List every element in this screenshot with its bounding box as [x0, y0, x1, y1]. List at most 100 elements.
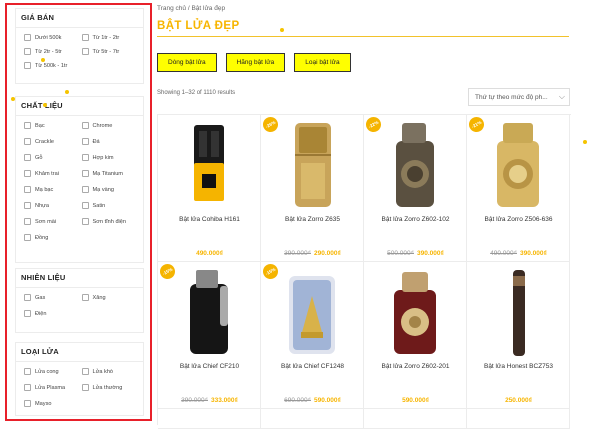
product-name[interactable]: Bật lửa Zorro Z635 [261, 216, 364, 223]
filter-option[interactable]: Đồng [24, 234, 82, 241]
tab-lighter-lines[interactable]: Dòng bật lửa [157, 53, 217, 72]
filter-option[interactable]: Từ 5tr - 7tr [81, 48, 140, 55]
product-price: 690.000₫ 590.000₫ [284, 397, 341, 404]
product-card[interactable]: -22% Bật lửa Zorro Z602-102 500.000₫ 390.… [363, 114, 467, 262]
filter-option[interactable]: Từ 2tr - 5tr [24, 48, 82, 55]
checkbox[interactable] [24, 122, 31, 129]
checkbox[interactable] [81, 384, 89, 391]
product-image[interactable] [261, 119, 364, 211]
filter-option[interactable]: Chrome [81, 122, 140, 129]
checkbox[interactable] [81, 170, 89, 177]
checkbox[interactable] [81, 368, 89, 375]
checkbox[interactable] [81, 138, 89, 145]
checkbox[interactable] [24, 48, 31, 55]
filter-option[interactable]: Sơn tĩnh điện [81, 218, 140, 225]
product-image[interactable] [364, 266, 467, 358]
filter-option[interactable]: Từ 1tr - 2tr [81, 34, 140, 41]
checkbox[interactable] [81, 294, 89, 301]
checkbox[interactable] [24, 154, 31, 161]
checkbox[interactable] [81, 34, 89, 41]
category-tabs: Dòng bật lửa Hãng bật lửa Loại bật lửa [157, 53, 351, 72]
checkbox[interactable] [81, 186, 89, 193]
checkbox[interactable] [24, 400, 31, 407]
checkbox[interactable] [24, 218, 31, 225]
product-card[interactable] [158, 409, 261, 429]
filter-option[interactable]: Điện [24, 310, 82, 317]
product-image[interactable] [158, 266, 261, 358]
product-price: 390.000₫ 290.000₫ [284, 250, 341, 257]
checkbox[interactable] [24, 186, 31, 193]
filter-option[interactable]: Lửa khò [81, 368, 140, 375]
filter-option[interactable]: Dưới 500k [24, 34, 82, 41]
filter-option[interactable]: Từ 500k - 1tr [24, 62, 82, 69]
decor-dot [41, 58, 45, 62]
filter-option[interactable]: Đá [81, 138, 140, 145]
product-price: 500.000₫ 390.000₫ [387, 250, 444, 257]
product-card[interactable] [364, 409, 467, 429]
product-name[interactable]: Bật lửa Zorro Z506-636 [467, 216, 570, 223]
checkbox[interactable] [24, 138, 31, 145]
filter-option[interactable]: Gỗ [24, 154, 82, 161]
checkbox[interactable] [24, 368, 31, 375]
product-name[interactable]: Bật lửa Chief CF210 [158, 363, 261, 370]
checkbox[interactable] [24, 34, 31, 41]
sort-selected-label: Thứ tự theo mức độ ph... [475, 93, 548, 101]
product-name[interactable]: Bật lửa Honest BCZ753 [467, 363, 570, 370]
filter-option[interactable]: Mayso [24, 400, 82, 407]
checkbox[interactable] [24, 294, 31, 301]
filter-option[interactable]: Mạ vàng [81, 186, 140, 193]
product-image[interactable] [467, 266, 570, 358]
product-image[interactable] [261, 266, 364, 358]
filter-option[interactable]: Xăng [81, 294, 140, 301]
decor-dot [583, 140, 587, 144]
checkbox[interactable] [81, 218, 89, 225]
product-card[interactable]: -21% Bật lửa Zorro Z506-636 490.000₫ 390.… [466, 114, 570, 262]
checkbox[interactable] [81, 122, 89, 129]
checkbox[interactable] [81, 48, 89, 55]
product-name[interactable]: Bật lửa Zorro Z602-201 [364, 363, 467, 370]
filter-option[interactable]: Crackle [24, 138, 82, 145]
title-divider [157, 36, 569, 37]
product-card[interactable]: Bật lửa Zorro Z602-201 590.000₫ [364, 262, 467, 409]
product-card[interactable] [261, 409, 364, 429]
filter-option[interactable]: Satin [81, 202, 140, 209]
filter-group-price: GIÁ BÁN Dưới 500k Từ 1tr - 2tr Từ 2tr - … [15, 8, 144, 84]
filter-option[interactable]: Bạc [24, 122, 82, 129]
sort-select[interactable]: Thứ tự theo mức độ ph... ⌵ [468, 88, 570, 106]
filter-option[interactable]: Lửa Plasma [24, 384, 82, 391]
filter-option[interactable]: Gas [24, 294, 82, 301]
filter-option[interactable]: Mạ Titanium [81, 170, 140, 177]
product-card[interactable]: Bật lửa Honest BCZ753 250.000₫ [467, 262, 570, 409]
filter-option[interactable]: Hợp kim [81, 154, 140, 161]
product-image[interactable] [158, 119, 261, 211]
page-title: BẬT LỬA ĐẸP [157, 20, 240, 32]
product-card[interactable]: -15% Bật lửa Chief CF1248 690.000₫ 590.00… [260, 261, 364, 409]
checkbox[interactable] [24, 234, 31, 241]
filter-group-material: CHẤT LIỆU Bạc Chrome Crackle Đá Gỗ Hợp k… [15, 96, 144, 263]
product-card[interactable] [467, 409, 570, 429]
checkbox[interactable] [81, 154, 89, 161]
filter-option[interactable]: Mạ bạc [24, 186, 82, 193]
filter-option[interactable]: Sơn mài [24, 218, 82, 225]
product-name[interactable]: Bật lửa Cohiba H161 [158, 216, 261, 223]
filter-option[interactable]: Khảm trai [24, 170, 82, 177]
product-image[interactable] [467, 119, 570, 211]
checkbox[interactable] [24, 62, 31, 69]
checkbox[interactable] [24, 170, 31, 177]
product-image[interactable] [364, 119, 467, 211]
checkbox[interactable] [81, 202, 89, 209]
filter-option[interactable]: Lửa cong [24, 368, 82, 375]
filter-option[interactable]: Nhựa [24, 202, 82, 209]
product-card[interactable]: Bật lửa Cohiba H161 490.000₫ [158, 115, 261, 262]
checkbox[interactable] [24, 202, 31, 209]
product-name[interactable]: Bật lửa Chief CF1248 [261, 363, 364, 370]
product-card[interactable]: -26% Bật lửa Zorro Z635 390.000₫ 290.000₫ [260, 114, 364, 262]
breadcrumb[interactable]: Trang chủ / Bật lửa đẹp [157, 5, 225, 12]
product-name[interactable]: Bật lửa Zorro Z602-102 [364, 216, 467, 223]
checkbox[interactable] [24, 310, 31, 317]
product-card[interactable]: -15% Bật lửa Chief CF210 390.000₫ 333.000… [157, 261, 261, 409]
tab-lighter-brands[interactable]: Hãng bật lửa [225, 53, 286, 72]
filter-option[interactable]: Lửa thường [81, 384, 140, 391]
tab-lighter-types[interactable]: Loại bật lửa [294, 53, 351, 72]
checkbox[interactable] [24, 384, 31, 391]
